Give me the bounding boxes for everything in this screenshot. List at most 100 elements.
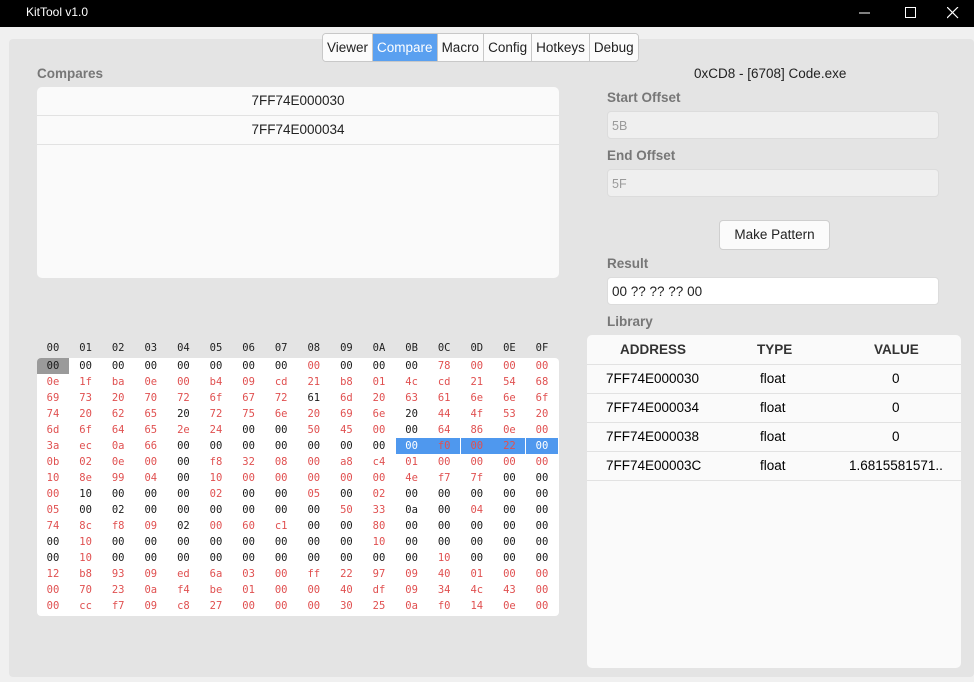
hex-byte[interactable]: 40 — [330, 582, 362, 598]
hex-byte[interactable]: 73 — [70, 390, 102, 406]
hex-byte[interactable]: 00 — [233, 598, 265, 614]
hex-byte[interactable]: 01 — [233, 582, 265, 598]
hex-byte[interactable]: 74 — [37, 406, 69, 422]
list-item[interactable]: 7FF74E000030 — [37, 87, 559, 116]
table-row[interactable]: 7FF74E000034 float 0 — [587, 393, 961, 423]
tab-hotkeys[interactable]: Hotkeys — [532, 34, 590, 61]
hex-byte[interactable]: 6f — [70, 422, 102, 438]
hex-byte[interactable]: 61 — [298, 390, 330, 406]
hex-byte[interactable]: 0a — [102, 438, 134, 454]
hex-byte[interactable]: 22 — [330, 566, 362, 582]
hex-byte[interactable]: 00 — [37, 598, 69, 614]
hex-byte[interactable]: 00 — [526, 454, 558, 470]
hex-byte[interactable]: b8 — [330, 374, 362, 390]
hex-byte[interactable]: 00 — [396, 486, 428, 502]
hex-byte[interactable]: 00 — [493, 566, 525, 582]
hex-byte[interactable]: 04 — [461, 502, 493, 518]
hex-byte[interactable]: 00 — [493, 454, 525, 470]
hex-byte[interactable]: 02 — [363, 486, 395, 502]
hex-byte[interactable]: 00 — [167, 486, 199, 502]
hex-byte[interactable]: 05 — [298, 486, 330, 502]
hex-byte[interactable]: 09 — [396, 566, 428, 582]
hex-byte[interactable]: 00 — [396, 518, 428, 534]
hex-byte[interactable]: 10 — [70, 550, 102, 566]
hex-byte[interactable]: f4 — [167, 582, 199, 598]
hex-byte[interactable]: 8c — [70, 518, 102, 534]
hex-byte[interactable]: 21 — [461, 374, 493, 390]
hex-byte[interactable]: 00 — [233, 422, 265, 438]
hex-byte[interactable]: cd — [265, 374, 297, 390]
hex-byte[interactable]: 00 — [265, 566, 297, 582]
result-field[interactable]: 00 ?? ?? ?? 00 — [607, 277, 939, 305]
hex-byte[interactable]: 75 — [233, 406, 265, 422]
hex-byte[interactable]: cd — [428, 374, 460, 390]
hex-byte[interactable]: 00 — [493, 534, 525, 550]
hex-byte[interactable]: 00 — [102, 550, 134, 566]
hex-byte[interactable]: 00 — [461, 534, 493, 550]
hex-byte[interactable]: 02 — [200, 486, 232, 502]
hex-byte[interactable]: 3a — [37, 438, 69, 454]
hex-byte[interactable]: 00 — [493, 358, 525, 374]
hex-byte[interactable]: df — [363, 582, 395, 598]
hex-byte[interactable]: 0e — [493, 598, 525, 614]
hex-byte[interactable]: 4c — [396, 374, 428, 390]
hex-byte[interactable]: 00 — [461, 518, 493, 534]
hex-byte[interactable]: 20 — [167, 406, 199, 422]
hex-byte[interactable]: 0e — [102, 454, 134, 470]
hex-byte[interactable]: 64 — [102, 422, 134, 438]
hex-byte[interactable]: 34 — [428, 582, 460, 598]
hex-byte[interactable]: 0e — [135, 374, 167, 390]
hex-byte[interactable]: 00 — [167, 438, 199, 454]
hex-byte[interactable]: 00 — [363, 438, 395, 454]
hex-byte[interactable]: a8 — [330, 454, 362, 470]
hex-byte[interactable]: 54 — [493, 374, 525, 390]
hex-byte[interactable]: 00 — [493, 470, 525, 486]
hex-byte[interactable]: 0a — [396, 598, 428, 614]
hex-byte[interactable]: 65 — [135, 422, 167, 438]
hex-byte[interactable]: 00 — [396, 358, 428, 374]
hex-byte[interactable]: 00 — [298, 470, 330, 486]
hex-byte[interactable]: f0 — [428, 598, 460, 614]
hex-byte[interactable]: 00 — [526, 566, 558, 582]
hex-byte[interactable]: 10 — [37, 470, 69, 486]
hex-byte[interactable]: f0 — [428, 438, 461, 454]
hex-byte[interactable]: 4f — [461, 406, 493, 422]
hex-byte[interactable]: 00 — [265, 422, 297, 438]
hex-byte[interactable]: 70 — [135, 390, 167, 406]
hex-byte[interactable]: 00 — [200, 550, 232, 566]
hex-byte[interactable]: 93 — [102, 566, 134, 582]
hex-byte[interactable]: 22 — [493, 438, 526, 454]
hex-byte[interactable]: 10 — [200, 470, 232, 486]
hex-byte[interactable]: 25 — [363, 598, 395, 614]
hex-byte[interactable]: 00 — [298, 502, 330, 518]
hex-byte[interactable]: 00 — [233, 550, 265, 566]
hex-byte[interactable]: 6e — [493, 390, 525, 406]
hex-byte[interactable]: f7 — [428, 470, 460, 486]
hex-byte[interactable]: 6e — [363, 406, 395, 422]
hex-byte[interactable]: 00 — [265, 534, 297, 550]
hex-byte[interactable]: 40 — [428, 566, 460, 582]
hex-byte[interactable]: c8 — [167, 598, 199, 614]
hex-byte[interactable]: 00 — [265, 502, 297, 518]
hex-byte[interactable]: 00 — [526, 486, 558, 502]
hex-byte[interactable]: 09 — [396, 582, 428, 598]
hex-byte[interactable]: 09 — [135, 518, 167, 534]
hex-byte[interactable]: 02 — [70, 454, 102, 470]
hex-byte[interactable]: 00 — [526, 502, 558, 518]
hex-byte[interactable]: 09 — [135, 598, 167, 614]
hex-byte[interactable]: 00 — [396, 550, 428, 566]
hex-byte[interactable]: 00 — [460, 438, 493, 454]
hex-byte[interactable]: 30 — [330, 598, 362, 614]
hex-byte[interactable]: 00 — [428, 534, 460, 550]
hex-byte[interactable]: 00 — [167, 534, 199, 550]
table-row[interactable]: 7FF74E00003C float 1.6815581571.. — [587, 451, 961, 481]
value-column-header[interactable]: VALUE — [874, 335, 919, 364]
hex-byte[interactable]: 00 — [461, 358, 493, 374]
make-pattern-button[interactable]: Make Pattern — [719, 220, 830, 250]
hex-byte[interactable]: c1 — [265, 518, 297, 534]
hex-byte[interactable]: 00 — [167, 454, 199, 470]
hex-byte[interactable]: 00 — [330, 550, 362, 566]
hex-byte[interactable]: 00 — [37, 358, 69, 374]
hex-byte[interactable]: 6e — [461, 390, 493, 406]
hex-byte[interactable]: 12 — [37, 566, 69, 582]
